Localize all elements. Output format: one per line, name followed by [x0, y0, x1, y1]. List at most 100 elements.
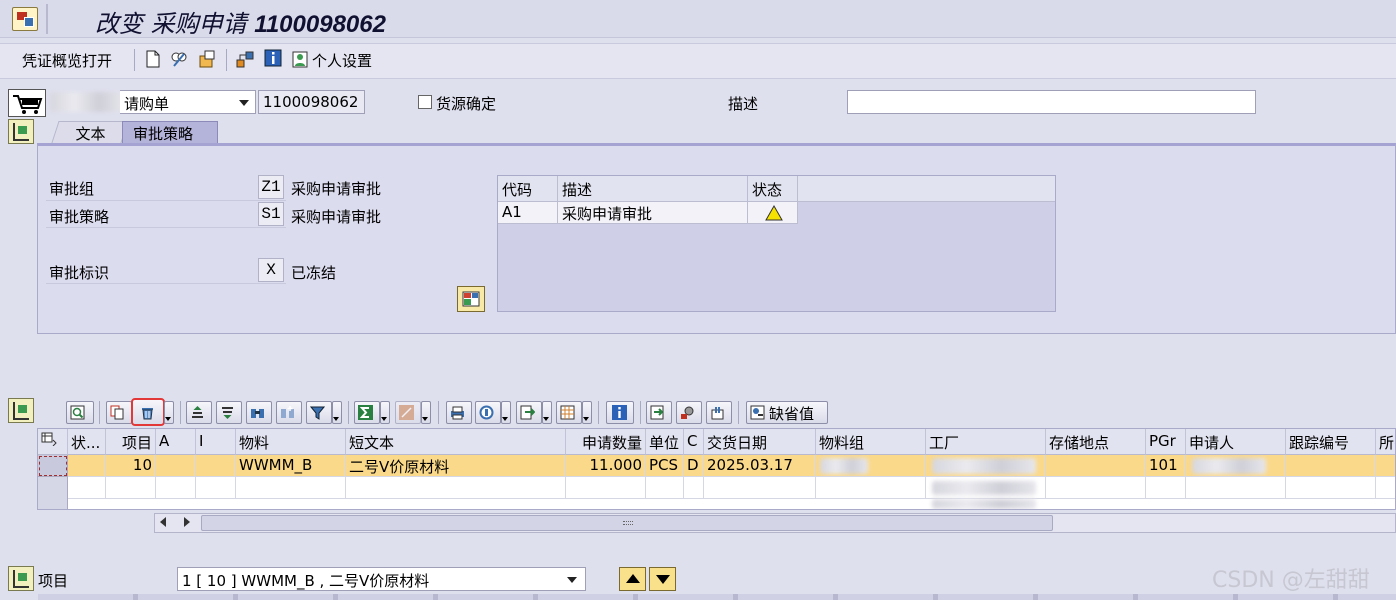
row-selector[interactable] [38, 495, 68, 509]
previous-item-button[interactable] [619, 567, 646, 591]
column-header-item[interactable]: 项目 [106, 429, 156, 455]
item-unit-cell[interactable]: PCS [646, 455, 684, 477]
item-short-text-cell[interactable]: 二号V价原材料 [346, 455, 566, 477]
hierarchy-icon[interactable] [236, 50, 254, 68]
empty-cell[interactable] [1146, 477, 1186, 499]
empty-cell[interactable] [346, 477, 566, 499]
empty-cell[interactable] [566, 477, 646, 499]
subtotal-button[interactable] [395, 401, 421, 424]
views-dropdown[interactable] [501, 401, 511, 424]
empty-cell[interactable] [1286, 477, 1376, 499]
empty-cell[interactable] [106, 477, 156, 499]
export-dropdown[interactable] [542, 401, 552, 424]
release-code-cell[interactable]: A1 [498, 202, 558, 224]
item-material-cell[interactable]: WWMM_B [236, 455, 346, 477]
empty-cell[interactable] [646, 477, 684, 499]
personal-settings-button[interactable]: 个人设置 [312, 50, 372, 71]
item-status-cell[interactable] [68, 455, 106, 477]
row-selector[interactable] [38, 455, 68, 477]
copy-button[interactable] [106, 401, 132, 424]
tab-approval-strategy[interactable]: 审批策略 [122, 121, 218, 143]
item-plant-cell[interactable] [926, 455, 1046, 477]
document-overview-button[interactable]: 凭证概览打开 [22, 50, 112, 71]
item-a-cell[interactable] [156, 455, 196, 477]
sort-ascending-button[interactable] [186, 401, 212, 424]
release-status-cell[interactable] [748, 202, 798, 224]
item-tracking-cell[interactable] [1286, 455, 1376, 477]
item-requester-cell[interactable] [1186, 455, 1286, 477]
document-type-select[interactable]: 请购单 [120, 90, 256, 114]
item-material-group-cell[interactable] [816, 455, 926, 477]
empty-cell[interactable] [236, 477, 346, 499]
expand-item-detail-icon[interactable] [8, 566, 34, 591]
scroll-right-icon[interactable] [184, 517, 190, 527]
views-button[interactable] [475, 401, 501, 424]
column-header-storage-location[interactable]: 存储地点 [1046, 429, 1146, 455]
transfer-button[interactable] [646, 401, 672, 424]
display-change-icon[interactable] [170, 50, 188, 68]
item-pgr-cell[interactable]: 101 [1146, 455, 1186, 477]
column-header-unit[interactable]: 单位 [646, 429, 684, 455]
empty-cell[interactable] [68, 477, 106, 499]
filter-button[interactable] [306, 401, 332, 424]
description-input[interactable] [847, 90, 1256, 114]
sum-dropdown[interactable] [380, 401, 390, 424]
empty-cell[interactable] [1376, 477, 1395, 499]
column-header-c[interactable]: C [684, 429, 704, 455]
empty-cell[interactable] [196, 477, 236, 499]
default-values-button[interactable]: 缺省值 [746, 401, 828, 424]
column-header-a[interactable]: A [156, 429, 196, 455]
column-header-delivery-date[interactable]: 交货日期 [704, 429, 816, 455]
sum-button[interactable] [354, 401, 380, 424]
item-number-cell[interactable]: 10 [106, 455, 156, 477]
print-button[interactable] [446, 401, 472, 424]
item-select[interactable]: 1 [ 10 ] WWMM_B , 二号V价原材料 [177, 567, 586, 591]
release-overview-button[interactable] [457, 286, 485, 312]
expand-items-icon[interactable] [8, 398, 34, 423]
empty-cell[interactable] [816, 477, 926, 499]
item-c-cell[interactable]: D [684, 455, 704, 477]
expand-header-icon[interactable] [8, 119, 34, 144]
column-header-i[interactable]: I [196, 429, 236, 455]
service-button[interactable] [676, 401, 702, 424]
delete-button[interactable] [131, 398, 165, 426]
new-document-icon[interactable] [144, 50, 162, 68]
column-header-tracking-number[interactable]: 跟踪编号 [1286, 429, 1376, 455]
scroll-left-icon[interactable] [160, 517, 166, 527]
delete-dropdown[interactable] [164, 401, 174, 424]
column-header-requester[interactable]: 申请人 [1186, 429, 1286, 455]
column-header-required[interactable]: 所需 [1376, 429, 1395, 455]
next-item-button[interactable] [649, 567, 676, 591]
column-header-quantity[interactable]: 申请数量 [566, 429, 646, 455]
subtotal-dropdown[interactable] [421, 401, 431, 424]
column-header-short-text[interactable]: 短文本 [346, 429, 566, 455]
empty-cell[interactable] [1186, 477, 1286, 499]
item-quantity-cell[interactable]: 11.000 [566, 455, 646, 477]
sort-descending-button[interactable] [216, 401, 242, 424]
export-button[interactable] [516, 401, 542, 424]
empty-cell[interactable] [684, 477, 704, 499]
release-description-cell[interactable]: 采购申请审批 [558, 202, 748, 224]
item-delivery-date-cell[interactable]: 2025.03.17 [704, 455, 816, 477]
column-header-material[interactable]: 物料 [236, 429, 346, 455]
empty-cell[interactable] [926, 477, 1046, 499]
source-determination-checkbox[interactable] [418, 95, 432, 109]
scrollbar-thumb[interactable] [201, 515, 1053, 531]
details-button[interactable] [66, 401, 94, 424]
column-header-material-group[interactable]: 物料组 [816, 429, 926, 455]
item-i-cell[interactable] [196, 455, 236, 477]
find-button[interactable] [246, 401, 272, 424]
layout-dropdown[interactable] [582, 401, 592, 424]
item-required-cell[interactable] [1376, 455, 1395, 477]
tab-text[interactable]: 文本 [51, 121, 129, 143]
info-icon[interactable] [264, 49, 282, 67]
detail-tab-strip[interactable] [38, 594, 1396, 600]
hold-icon[interactable] [198, 50, 216, 68]
layout-button[interactable] [556, 401, 582, 424]
empty-cell[interactable] [1046, 477, 1146, 499]
item-storage-location-cell[interactable] [1046, 455, 1146, 477]
sap-menu-icon[interactable] [12, 7, 38, 31]
personal-settings-icon[interactable] [292, 50, 310, 68]
column-header-status[interactable]: 状... [68, 429, 106, 455]
empty-cell[interactable] [704, 477, 816, 499]
